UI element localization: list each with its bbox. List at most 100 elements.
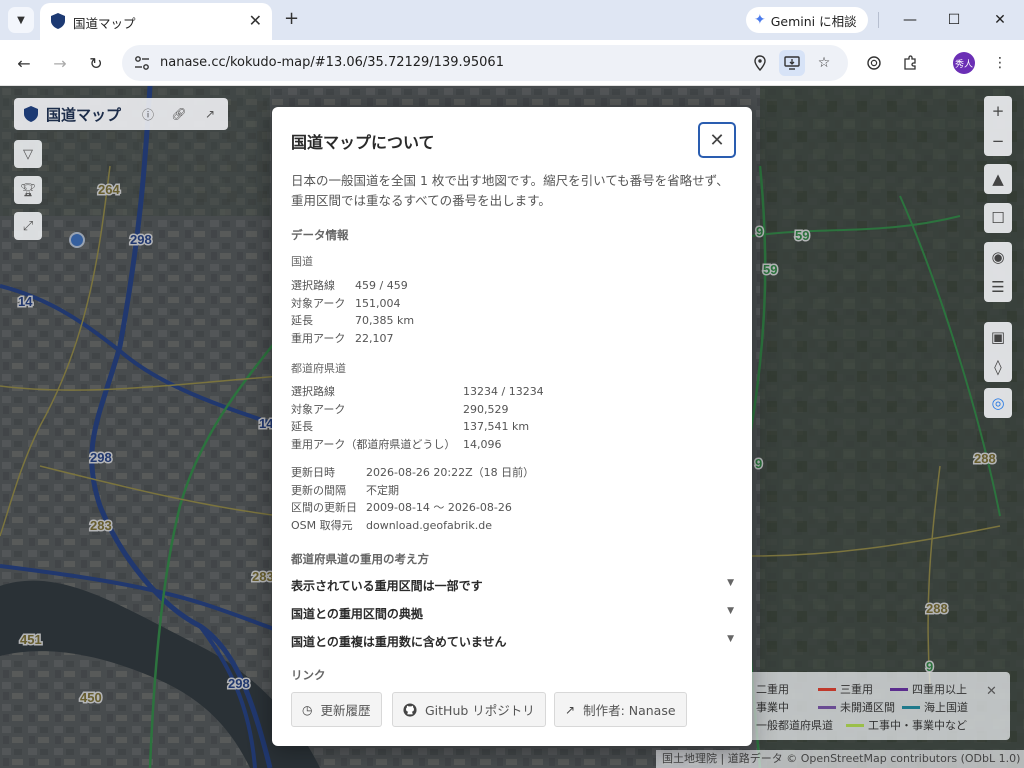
- arrow-left-icon: ←: [17, 53, 31, 73]
- arrow-right-icon: →: [53, 53, 67, 73]
- eye-icon[interactable]: ◉: [984, 242, 1012, 272]
- bookmark-star-icon[interactable]: ☆: [814, 53, 834, 73]
- dialog-intro: 日本の一般国道を全国 1 枚で出す地図です。縮尺を引いても番号を省略せず、 重用…: [291, 173, 729, 208]
- gemini-button[interactable]: ✦ Gemini に相談: [746, 7, 868, 33]
- trophy-icon: 🏆︎: [19, 182, 37, 198]
- trophy-button[interactable]: 🏆︎: [14, 176, 42, 204]
- legend-swatch: [846, 723, 864, 727]
- history-link-button[interactable]: ◷ 更新履歴: [291, 692, 382, 727]
- legend-item: 工事中・事業中など: [846, 717, 967, 733]
- zoom-in-button[interactable]: +: [984, 96, 1012, 126]
- legend-swatch: [818, 705, 836, 709]
- info-icon[interactable]: ⓘ: [138, 104, 158, 124]
- install-app-icon[interactable]: [779, 50, 805, 76]
- link-icon[interactable]: 🔗︎: [169, 104, 189, 124]
- clock-icon: ◷: [302, 702, 313, 717]
- subheading-national: 国道: [291, 255, 313, 268]
- legend-close-icon[interactable]: ✕: [986, 684, 997, 699]
- filter-button[interactable]: ▽: [14, 140, 42, 168]
- new-tab-button[interactable]: +: [284, 8, 299, 29]
- frame-control: ☐: [984, 203, 1012, 233]
- extensions-icon[interactable]: [899, 52, 921, 74]
- caret-down-icon: ▼: [727, 634, 734, 644]
- section-heading-data: データ情報: [291, 228, 349, 242]
- map-title-panel: 国道マップ ⓘ 🔗︎ ↗: [14, 98, 228, 130]
- map-viewport[interactable]: 264 298 14 298 283 283 451 450 298 59 59…: [0, 86, 1024, 768]
- browser-toolbar: ← → ↻ nanase.cc/kokudo-map/#13.06/35.721…: [0, 40, 1024, 86]
- url-text[interactable]: nanase.cc/kokudo-map/#13.06/35.72129/139…: [160, 55, 504, 70]
- square-icon[interactable]: ☐: [984, 203, 1012, 233]
- sparkle-icon: ✦: [754, 12, 766, 28]
- map-legend: 二重用 三重用 四重用以上 事業中 未開通区間 海上国道 一般都道府県道 工事中…: [724, 672, 1010, 740]
- browser-tab[interactable]: 国道マップ ✕: [40, 3, 272, 40]
- droplet-icon[interactable]: ◊: [984, 352, 1012, 382]
- minimize-icon: —: [903, 12, 917, 28]
- back-button[interactable]: ←: [12, 51, 36, 75]
- locate-icon[interactable]: ◎: [984, 388, 1012, 418]
- sliders-icon[interactable]: ☰: [984, 272, 1012, 302]
- close-icon: ✕: [994, 12, 1006, 28]
- maximize-icon: ☐: [947, 12, 961, 28]
- close-tab-icon[interactable]: ✕: [249, 11, 262, 30]
- divider: [878, 12, 879, 28]
- legend-swatch: [818, 687, 836, 691]
- accordion-overlap-source[interactable]: 国道との重用区間の典拠 ▼: [291, 605, 734, 622]
- github-icon: [403, 702, 417, 717]
- maximize-button[interactable]: ☐: [941, 7, 967, 33]
- minimize-button[interactable]: —: [897, 7, 923, 33]
- legend-item: 四重用以上: [890, 681, 967, 697]
- shield-icon: [24, 106, 38, 122]
- legend-item: 未開通区間: [818, 699, 895, 715]
- zoom-out-button[interactable]: −: [984, 126, 1012, 156]
- caret-down-icon: ▼: [727, 606, 734, 616]
- filter-icon: ▽: [23, 146, 33, 162]
- about-dialog: 国道マップについて ✕ 日本の一般国道を全国 1 枚で出す地図です。縮尺を引いて…: [272, 107, 752, 746]
- forward-button[interactable]: →: [48, 51, 72, 75]
- location-icon[interactable]: [750, 53, 770, 73]
- route-icon: ⤢: [22, 218, 34, 234]
- map-title: 国道マップ: [46, 106, 122, 124]
- shield-icon: [51, 13, 65, 29]
- accordion-partial-overlaps[interactable]: 表示されている重用区間は一部です ▼: [291, 577, 734, 594]
- section-heading-links: リンク: [291, 668, 326, 682]
- browser-tab-bar: ▼ 国道マップ ✕ + ✦ Gemini に相談 — ☐ ✕: [0, 0, 1024, 40]
- locate-control: ◎: [984, 388, 1012, 418]
- close-window-button[interactable]: ✕: [987, 7, 1013, 33]
- caret-down-icon: ▼: [727, 578, 734, 588]
- update-info: 更新日時 2026-08-26 20:22Z（18 日前） 更新の間隔 不定期 区間…: [291, 466, 535, 532]
- chatgpt-extension-icon[interactable]: [863, 52, 885, 74]
- close-icon: ✕: [709, 129, 725, 151]
- profile-avatar[interactable]: 秀人: [953, 52, 975, 74]
- legend-swatch: [890, 687, 908, 691]
- legend-item: 海上国道: [902, 699, 968, 715]
- compass-icon[interactable]: ▲: [984, 164, 1012, 194]
- route-button[interactable]: ⤢: [14, 212, 42, 240]
- reload-button[interactable]: ↻: [84, 51, 108, 75]
- legend-swatch: [902, 705, 920, 709]
- external-link-icon[interactable]: ↗: [200, 104, 220, 124]
- chevron-down-icon: ▼: [17, 14, 25, 26]
- image-icon[interactable]: ▣: [984, 322, 1012, 352]
- author-link-button[interactable]: ↗ 制作者: Nanase: [554, 692, 687, 727]
- national-stats: 選択路線 459 / 459 対象アーク 151,004 延長 70,385 km 重…: [291, 279, 415, 345]
- github-link-button[interactable]: GitHub リポジトリ: [392, 692, 546, 727]
- layer-controls: ▣ ◊: [984, 322, 1012, 382]
- legend-item: 三重用: [818, 681, 873, 697]
- address-bar[interactable]: nanase.cc/kokudo-map/#13.06/35.72129/139…: [122, 45, 848, 81]
- view-controls: ◉ ☰: [984, 242, 1012, 302]
- tab-title: 国道マップ: [73, 16, 136, 31]
- accordion-overlap-count[interactable]: 国道との重複は重用数に含めていません ▼: [291, 633, 734, 650]
- map-attribution[interactable]: 国土地理院 | 道路データ © OpenStreetMap contributo…: [656, 750, 1024, 768]
- prefectural-stats: 選択路線 13234 / 13234 対象アーク 290,529 延長 137,541…: [291, 385, 544, 451]
- tab-search-button[interactable]: ▼: [8, 7, 34, 33]
- dialog-close-button[interactable]: ✕: [698, 122, 736, 158]
- compass-control: ▲: [984, 164, 1012, 194]
- more-menu-icon[interactable]: ⋮: [989, 52, 1011, 74]
- section-heading-overlap: 都道府県道の重用の考え方: [291, 552, 429, 566]
- gemini-label: Gemini に相談: [770, 13, 857, 29]
- dialog-title: 国道マップについて: [291, 133, 435, 152]
- subheading-prefectural: 都道府県道: [291, 362, 346, 375]
- zoom-controls: + −: [984, 96, 1012, 156]
- external-link-icon: ↗: [565, 702, 576, 717]
- site-settings-icon[interactable]: [134, 55, 150, 71]
